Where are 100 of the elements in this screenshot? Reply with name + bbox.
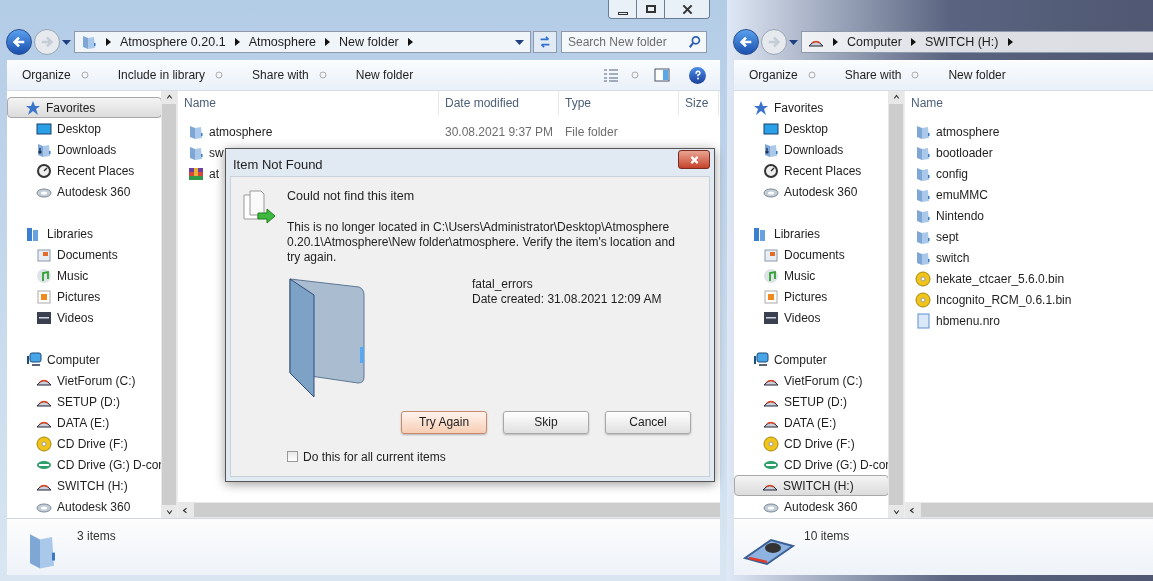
nav-item[interactable]: Downloads <box>735 139 888 160</box>
breadcrumb-arrow-icon[interactable] <box>407 38 413 46</box>
nav-item[interactable]: Autodesk 360 <box>735 181 888 202</box>
scrollbar[interactable] <box>161 91 177 518</box>
file-name[interactable]: Nintendo <box>936 206 985 225</box>
address-bar[interactable]: Computer SWITCH (H:) <box>801 31 1153 53</box>
file-name[interactable]: atmosphere <box>936 122 1000 141</box>
nav-item[interactable]: Pictures <box>8 286 161 307</box>
column-header[interactable]: Name <box>178 91 439 115</box>
maximize-button[interactable] <box>637 0 665 18</box>
nav-item[interactable]: Computer <box>735 349 888 370</box>
address-bar[interactable]: Atmosphere 0.20.1 Atmosphere New folder <box>74 31 531 53</box>
nav-item[interactable]: Autodesk 360 <box>8 496 161 517</box>
nav-item[interactable]: Desktop <box>735 118 888 139</box>
toolbar-button[interactable]: New folder <box>355 66 414 84</box>
document-icon <box>36 246 52 263</box>
nav-item[interactable]: Documents <box>8 244 161 265</box>
toolbar-button[interactable]: Share with <box>252 66 327 84</box>
nav-item[interactable]: Recent Places <box>8 160 161 181</box>
dialog-button[interactable]: Try Again <box>401 410 487 434</box>
file-name[interactable]: Incognito_RCM_0.6.1.bin <box>936 290 1072 309</box>
toolbar-button[interactable]: Include in library <box>117 66 224 84</box>
column-header[interactable]: Date modified <box>439 91 559 115</box>
file-name[interactable]: switch <box>936 248 970 267</box>
nav-item[interactable]: Libraries <box>8 223 161 244</box>
breadcrumb-arrow-icon[interactable] <box>106 38 111 46</box>
file-name[interactable]: emuMMC <box>936 185 988 204</box>
download-folder-icon <box>36 141 52 158</box>
forward-arrow-icon <box>40 35 54 49</box>
nav-item[interactable]: Videos <box>8 307 161 328</box>
nav-item[interactable]: Favorites <box>7 97 161 118</box>
nav-item[interactable]: Autodesk 360 <box>8 181 161 202</box>
nav-item[interactable]: DATA (E:) <box>8 412 161 433</box>
search-field[interactable]: Search New folder <box>561 31 707 53</box>
nav-item[interactable]: SWITCH (H:) <box>734 475 888 496</box>
nav-item[interactable]: Pictures <box>735 286 888 307</box>
nav-item[interactable]: CD Drive (F:) <box>735 433 888 454</box>
clock-icon <box>36 162 52 179</box>
toolbar-button[interactable]: New folder <box>948 66 1006 84</box>
file-name[interactable]: at <box>209 164 219 183</box>
horizontal-scrollbar[interactable] <box>905 502 1153 518</box>
checkbox-label[interactable]: Do this for all current items <box>303 447 446 466</box>
column-header[interactable]: Name <box>905 91 1153 115</box>
dialog-button[interactable]: Skip <box>503 410 589 434</box>
folder-icon <box>915 123 931 140</box>
toolbar-button[interactable]: Share with <box>844 66 920 84</box>
minimize-button[interactable] <box>609 0 637 18</box>
file-name[interactable]: sept <box>936 227 959 246</box>
back-button[interactable] <box>733 29 759 55</box>
help-button[interactable] <box>689 66 706 84</box>
breadcrumb[interactable]: SWITCH (H:) <box>924 32 999 52</box>
breadcrumb-arrow-icon[interactable] <box>833 38 838 46</box>
preview-pane-button[interactable] <box>653 67 671 83</box>
nav-item[interactable]: DATA (E:) <box>735 412 888 433</box>
close-button[interactable] <box>678 150 710 169</box>
nav-item[interactable]: Favorites <box>735 97 888 118</box>
breadcrumb[interactable]: Computer <box>847 32 902 52</box>
monitor-icon <box>763 120 779 137</box>
column-header[interactable]: Size <box>679 91 719 115</box>
file-name[interactable]: atmosphere <box>209 122 273 141</box>
close-button[interactable] <box>665 0 709 18</box>
file-name[interactable]: bootloader <box>936 143 993 162</box>
nav-item[interactable]: VietForum (C:) <box>735 370 888 391</box>
nav-item[interactable]: VietForum (C:) <box>8 370 161 391</box>
toolbar-button[interactable]: Organize <box>749 66 816 84</box>
breadcrumb-arrow-icon[interactable] <box>234 38 240 46</box>
nav-item[interactable]: Computer <box>8 349 161 370</box>
nav-item[interactable]: Libraries <box>735 223 888 244</box>
checkbox[interactable] <box>287 451 298 463</box>
toolbar-button[interactable]: Organize <box>22 66 89 84</box>
column-header[interactable]: Type <box>559 91 679 115</box>
horizontal-scrollbar[interactable] <box>178 502 720 518</box>
scrollbar[interactable] <box>888 91 904 518</box>
file-name[interactable]: hekate_ctcaer_5.6.0.bin <box>936 269 1065 288</box>
back-button[interactable] <box>6 29 32 55</box>
nav-item[interactable]: Videos <box>735 307 888 328</box>
breadcrumb-arrow-icon[interactable] <box>325 38 331 46</box>
caret-icon[interactable] <box>515 39 524 45</box>
breadcrumb-arrow-icon[interactable] <box>910 38 916 46</box>
nav-item[interactable]: Music <box>735 265 888 286</box>
nav-item[interactable]: Music <box>8 265 161 286</box>
nav-item[interactable]: SWITCH (H:) <box>8 475 161 496</box>
nav-item[interactable]: SETUP (D:) <box>735 391 888 412</box>
breadcrumb[interactable]: New folder <box>339 32 399 52</box>
nav-item[interactable]: SETUP (D:) <box>8 391 161 412</box>
file-name[interactable]: hbmenu.nro <box>936 311 1001 330</box>
nav-item[interactable]: Desktop <box>8 118 161 139</box>
nav-item[interactable]: Documents <box>735 244 888 265</box>
music-icon <box>763 267 779 284</box>
dialog-button[interactable]: Cancel <box>605 410 691 434</box>
nav-item[interactable]: Recent Places <box>735 160 888 181</box>
file-name[interactable]: sw <box>209 143 224 162</box>
file-name[interactable]: config <box>936 164 969 183</box>
breadcrumb[interactable]: Atmosphere 0.20.1 <box>120 32 226 52</box>
breadcrumb[interactable]: Atmosphere <box>248 32 317 52</box>
nav-item[interactable]: Autodesk 360 <box>735 496 888 517</box>
breadcrumb-arrow-icon[interactable] <box>1007 38 1013 46</box>
refresh-button[interactable] <box>533 31 557 53</box>
nav-item[interactable]: Downloads <box>8 139 161 160</box>
nav-item[interactable]: CD Drive (F:) <box>8 433 161 454</box>
